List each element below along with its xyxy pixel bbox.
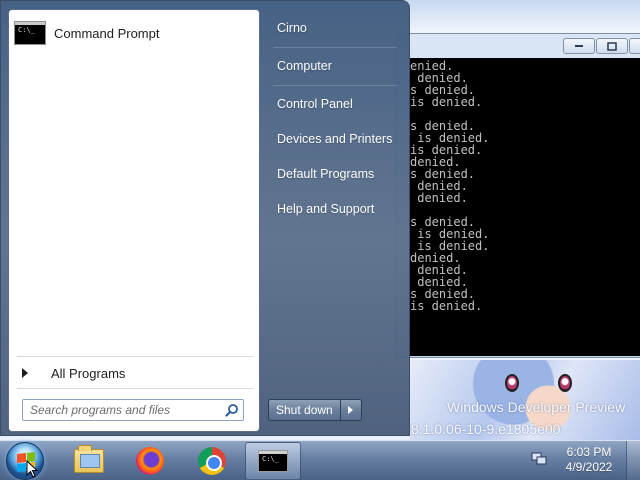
minimize-icon	[575, 45, 583, 47]
divider	[273, 85, 397, 86]
menu-item-devices-and-printers[interactable]: Devices and Printers	[267, 126, 402, 152]
menu-item-default-programs[interactable]: Default Programs	[267, 161, 402, 187]
menu-item-help-and-support[interactable]: Help and Support	[267, 196, 402, 222]
divider	[17, 388, 253, 389]
clock[interactable]: 6:03 PM 4/9/2022	[558, 445, 620, 477]
search-icon[interactable]	[221, 400, 243, 420]
clock-time: 6:03 PM	[566, 445, 612, 459]
start-menu: C:\_ Command Prompt All Programs Cirno C…	[0, 0, 410, 436]
folder-icon	[74, 445, 104, 473]
console-line: is denied.	[410, 299, 483, 313]
all-programs-label: All Programs	[51, 365, 126, 381]
clock-date: 4/9/2022	[565, 460, 613, 474]
watermark-title: Windows Developer Preview	[447, 399, 626, 415]
maximize-icon	[607, 41, 617, 51]
caption-buttons	[563, 38, 640, 54]
taskbar-app-explorer[interactable]	[61, 442, 117, 480]
maximize-button[interactable]	[596, 38, 628, 54]
triangle-right-icon	[22, 368, 28, 378]
shutdown-group: Shut down	[268, 399, 362, 421]
shutdown-button[interactable]: Shut down	[268, 399, 340, 421]
network-icon[interactable]	[531, 452, 547, 466]
cmd-icon: C:\_	[14, 21, 46, 45]
console-line: denied.	[410, 191, 468, 205]
character-eye	[505, 374, 519, 392]
chrome-icon	[198, 447, 226, 475]
programs-pane: C:\_ Command Prompt All Programs	[8, 9, 260, 432]
firefox-icon	[136, 447, 164, 475]
program-label: Command Prompt	[54, 25, 160, 41]
taskbar-app-chrome[interactable]	[184, 442, 240, 480]
close-button[interactable]	[629, 38, 640, 54]
console-output[interactable]: enied. denied. s denied. is denied. s denie…	[410, 58, 640, 356]
program-command-prompt[interactable]: C:\_ Command Prompt	[12, 14, 258, 52]
character-eye	[558, 374, 572, 392]
search-box[interactable]	[22, 399, 244, 421]
search-input[interactable]	[23, 400, 221, 420]
divider	[17, 356, 253, 357]
cmd-icon: C:\_	[258, 450, 288, 472]
divider	[273, 47, 397, 48]
menu-item-computer[interactable]: Computer	[267, 53, 402, 79]
taskbar-app-command-prompt[interactable]: C:\_	[245, 442, 301, 480]
console-line: is denied.	[410, 95, 483, 109]
menu-item-user-folder[interactable]: Cirno	[267, 15, 402, 41]
watermark-build: 8.1.0.06-10-9.e1805e00	[411, 421, 561, 437]
mouse-cursor-icon	[26, 460, 38, 478]
start-button[interactable]	[6, 442, 44, 480]
shutdown-options-button[interactable]	[339, 399, 362, 421]
minimize-button[interactable]	[563, 38, 595, 54]
menu-item-control-panel[interactable]: Control Panel	[267, 91, 402, 117]
taskbar-app-firefox[interactable]	[122, 442, 178, 480]
show-desktop-button[interactable]	[626, 441, 640, 480]
chevron-right-icon	[348, 406, 354, 414]
all-programs-button[interactable]: All Programs	[12, 361, 258, 385]
